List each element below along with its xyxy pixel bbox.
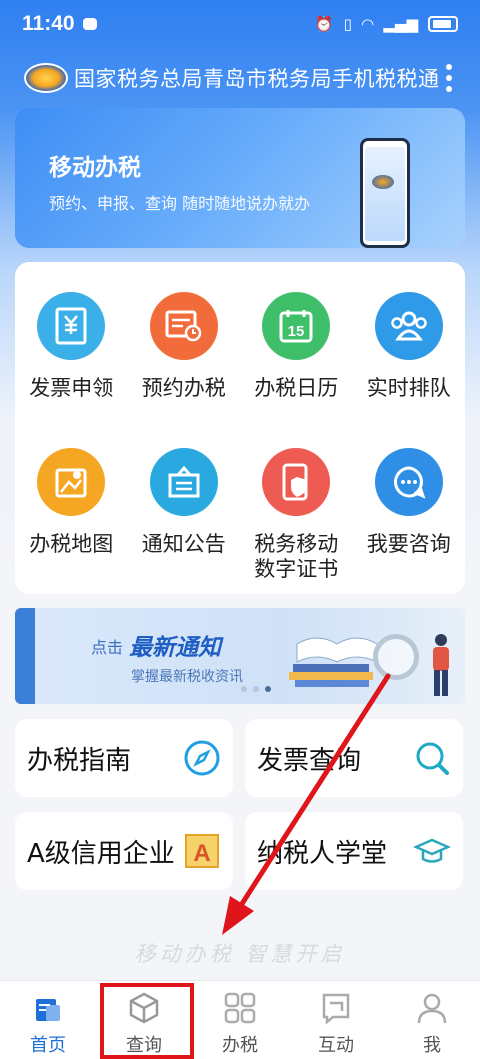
- grid-label: 办税日历: [254, 376, 339, 400]
- signal-icon: ▂▄▆: [383, 15, 418, 33]
- slogan: 移动办税 智慧开启: [134, 942, 346, 966]
- entry-tax-guide[interactable]: 办税指南: [15, 719, 233, 797]
- invoice-icon: [37, 292, 106, 360]
- books-illustration: [289, 637, 378, 687]
- grid-icon: [224, 992, 256, 1024]
- tab-label: 办税: [222, 1035, 258, 1056]
- user-icon: [417, 993, 447, 1024]
- search-icon: [416, 742, 449, 775]
- app-logo: [24, 63, 68, 93]
- app-title-bar: 国家税务总局青岛市税务局手机税税通: [0, 56, 480, 100]
- grid-label: 发票申领: [29, 376, 114, 400]
- alarm-icon: ⏰: [314, 15, 334, 33]
- notice-click-text: 点击: [91, 638, 124, 657]
- grid-label: 我要咨询: [366, 532, 451, 556]
- grid-item-announcements[interactable]: 通知公告: [128, 422, 241, 594]
- grid-label: 税务移动 数字证书: [254, 532, 339, 581]
- certificate-icon: [262, 448, 331, 516]
- status-bar: 11:40 ⏰ ▯ ◠ ▂▄▆: [0, 0, 480, 48]
- phone-illustration: [360, 138, 410, 248]
- grid-item-consult[interactable]: 我要咨询: [353, 422, 466, 594]
- tab-label: 互动: [318, 1035, 354, 1056]
- person-illustration: [433, 634, 449, 696]
- entry-taxpayer-school[interactable]: 纳税人学堂: [245, 812, 463, 890]
- battery-icon: [428, 16, 458, 32]
- bottom-tab-bar: 首页 查询 办税 互动 我: [0, 980, 480, 1059]
- carousel-indicator: [241, 686, 271, 692]
- notice-icon: [149, 448, 218, 516]
- more-menu-icon[interactable]: [446, 64, 452, 92]
- entry-invoice-query[interactable]: 发票查询: [245, 719, 463, 797]
- grid-item-appointment[interactable]: 预约办税: [128, 262, 241, 422]
- notice-title: 最新通知: [129, 635, 221, 661]
- message-notification-icon: [82, 18, 97, 30]
- app-title: 国家税务总局青岛市税务局手机税税通: [74, 68, 440, 91]
- status-time: 11:40: [22, 12, 75, 35]
- entry-a-level-credit[interactable]: A级信用企业 A: [15, 812, 233, 890]
- grid-label: 实时排队: [366, 376, 451, 400]
- grid-label: 预约办税: [141, 376, 226, 400]
- tab-label: 我: [423, 1035, 441, 1056]
- consult-icon: [374, 448, 443, 516]
- calendar-number: 15: [288, 323, 305, 340]
- queue-icon: [374, 292, 443, 360]
- annotation-highlight-box: [100, 983, 194, 1059]
- vibrate-icon: ▯: [343, 15, 352, 33]
- grid-item-tax-calendar[interactable]: 15 办税日历: [240, 262, 353, 422]
- compass-icon: [184, 740, 220, 776]
- grid-item-tax-map[interactable]: 办税地图: [15, 422, 128, 594]
- grid-label: 通知公告: [141, 532, 226, 556]
- grid-item-invoice-apply[interactable]: 发票申领: [15, 262, 128, 422]
- wifi-icon: ◠: [361, 15, 374, 33]
- banner-subtitle: 预约、申报、查询 随时随地说办就办: [49, 194, 311, 213]
- entry-label: 办税指南: [27, 745, 132, 776]
- grid-item-live-queue[interactable]: 实时排队: [353, 262, 466, 422]
- promo-banner[interactable]: 移动办税 预约、申报、查询 随时随地说办就办: [15, 108, 465, 248]
- tab-label: 首页: [30, 1035, 66, 1056]
- carousel-prev-slide: [15, 608, 35, 704]
- banner-title: 移动办税: [49, 155, 141, 181]
- appointment-icon: [149, 292, 218, 360]
- chat-icon: [322, 993, 350, 1025]
- tab-home[interactable]: 首页: [0, 981, 96, 1059]
- graduation-cap-icon: [413, 838, 451, 863]
- news-notice-banner[interactable]: 点击 最新通知 掌握最新税收资讯: [15, 608, 465, 704]
- grid-item-digital-certificate[interactable]: 税务移动 数字证书: [240, 422, 353, 594]
- home-icon: [36, 999, 60, 1021]
- entry-label: A级信用企业: [27, 838, 175, 869]
- magnifier-illustration: [373, 634, 419, 680]
- calendar-icon: 15: [262, 292, 331, 360]
- svg-text:A: A: [193, 840, 210, 867]
- entry-label: 发票查询: [257, 745, 362, 776]
- notice-subtitle: 掌握最新税收资讯: [131, 669, 243, 685]
- tab-handle-tax[interactable]: 办税: [192, 981, 288, 1059]
- tab-me[interactable]: 我: [384, 981, 480, 1059]
- map-icon: [37, 448, 106, 516]
- grid-label: 办税地图: [29, 532, 114, 556]
- status-icons: ⏰ ▯ ◠ ▂▄▆: [315, 15, 458, 33]
- service-grid: 发票申领 预约办税 15 办税日历 实时排队 办税地图 通知公告 税务移动 数字…: [15, 262, 465, 594]
- letter-a-icon: A: [185, 834, 219, 868]
- tab-interact[interactable]: 互动: [288, 981, 384, 1059]
- entry-label: 纳税人学堂: [257, 838, 388, 869]
